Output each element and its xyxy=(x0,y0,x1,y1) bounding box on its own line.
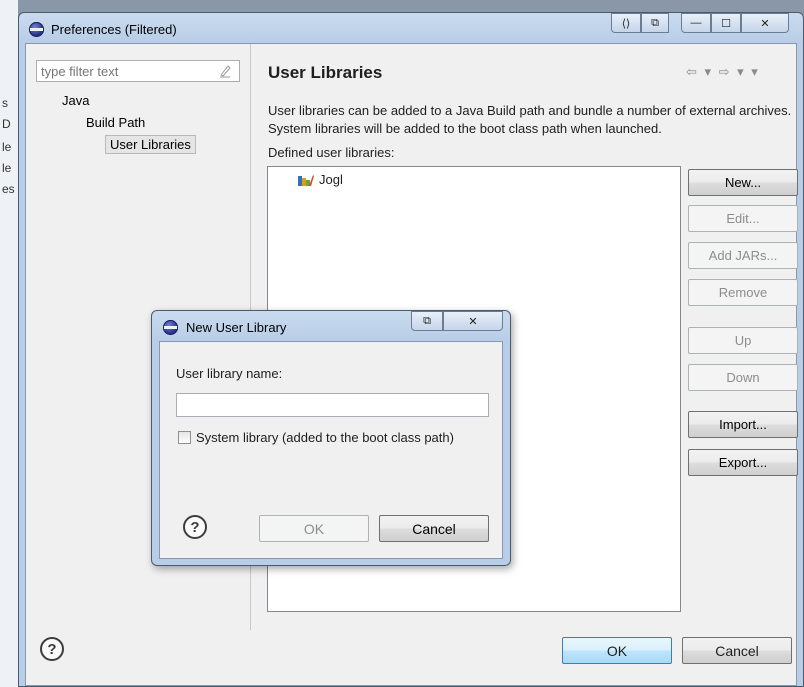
library-icon xyxy=(298,174,314,186)
dialog-cancel-button[interactable]: Cancel xyxy=(379,515,489,542)
clear-filter-icon[interactable] xyxy=(218,64,232,78)
help-icon[interactable]: ? xyxy=(183,515,207,539)
new-user-library-dialog: New User Library ⧉ ✕ User library name: … xyxy=(151,310,511,566)
ok-button[interactable]: OK xyxy=(562,637,672,664)
list-item[interactable]: Jogl xyxy=(297,172,343,187)
help-icon[interactable]: ? xyxy=(40,637,64,661)
page-description: User libraries can be added to a Java Bu… xyxy=(268,103,792,136)
maximize-button[interactable]: ☐ xyxy=(711,13,741,33)
background-text: s xyxy=(2,96,8,110)
dialog-close-button[interactable]: ✕ xyxy=(443,311,503,331)
remove-button[interactable]: Remove xyxy=(688,279,798,306)
eclipse-icon xyxy=(29,22,44,37)
import-button[interactable]: Import... xyxy=(688,411,798,438)
copy-window-button[interactable]: ⧉ xyxy=(641,13,669,33)
copy-window-button[interactable]: ⧉ xyxy=(411,311,443,331)
close-button[interactable]: ✕ xyxy=(741,13,789,33)
close-icon: ✕ xyxy=(468,315,478,328)
up-button[interactable]: Up xyxy=(688,327,798,354)
tree-item-user-libraries[interactable]: User Libraries xyxy=(105,135,196,154)
add-jars-button[interactable]: Add JARs... xyxy=(688,242,798,269)
minimize-icon: — xyxy=(690,17,702,29)
eclipse-icon xyxy=(163,320,178,335)
copy-icon: ⧉ xyxy=(651,16,659,29)
dock-icon: ⟨⟩ xyxy=(621,17,631,30)
close-icon: ✕ xyxy=(760,17,770,30)
maximize-icon: ☐ xyxy=(721,17,731,30)
system-library-label[interactable]: System library (added to the boot class … xyxy=(196,430,454,445)
cancel-button[interactable]: Cancel xyxy=(682,637,792,664)
defined-libraries-label: Defined user libraries: xyxy=(268,145,395,160)
minimize-button[interactable]: — xyxy=(681,13,711,33)
system-library-checkbox[interactable] xyxy=(178,431,191,444)
background-text: D xyxy=(2,117,11,131)
restore-dock-button[interactable]: ⟨⟩ xyxy=(611,13,641,33)
dialog-client-area: User library name: System library (added… xyxy=(159,341,503,559)
background-text: es xyxy=(2,182,15,196)
library-name-input[interactable] xyxy=(176,393,489,417)
down-button[interactable]: Down xyxy=(688,364,798,391)
window-title: Preferences (Filtered) xyxy=(51,22,177,37)
history-navigation[interactable]: ⇦ ▾ ⇨ ▾ ▾ xyxy=(686,64,760,80)
background-window-strip: s D le le es xyxy=(0,0,18,687)
export-button[interactable]: Export... xyxy=(688,449,798,476)
title-bar[interactable]: Preferences (Filtered) ⟨⟩ ⧉ — ☐ ✕ xyxy=(19,13,803,43)
library-name: Jogl xyxy=(319,172,343,187)
tree-item-java[interactable]: Java xyxy=(62,93,89,108)
background-text: le xyxy=(2,140,12,154)
dialog-ok-button[interactable]: OK xyxy=(259,515,369,542)
tree-item-build-path[interactable]: Build Path xyxy=(86,115,145,130)
dialog-title: New User Library xyxy=(186,320,287,335)
background-text: le xyxy=(2,161,12,175)
copy-icon: ⧉ xyxy=(423,314,431,327)
dialog-title-bar[interactable]: New User Library ⧉ ✕ xyxy=(152,311,510,341)
page-title: User Libraries xyxy=(268,63,383,82)
library-name-label: User library name: xyxy=(176,366,283,381)
edit-button[interactable]: Edit... xyxy=(688,205,798,232)
new-button[interactable]: New... xyxy=(688,169,798,196)
filter-input[interactable] xyxy=(36,60,240,82)
